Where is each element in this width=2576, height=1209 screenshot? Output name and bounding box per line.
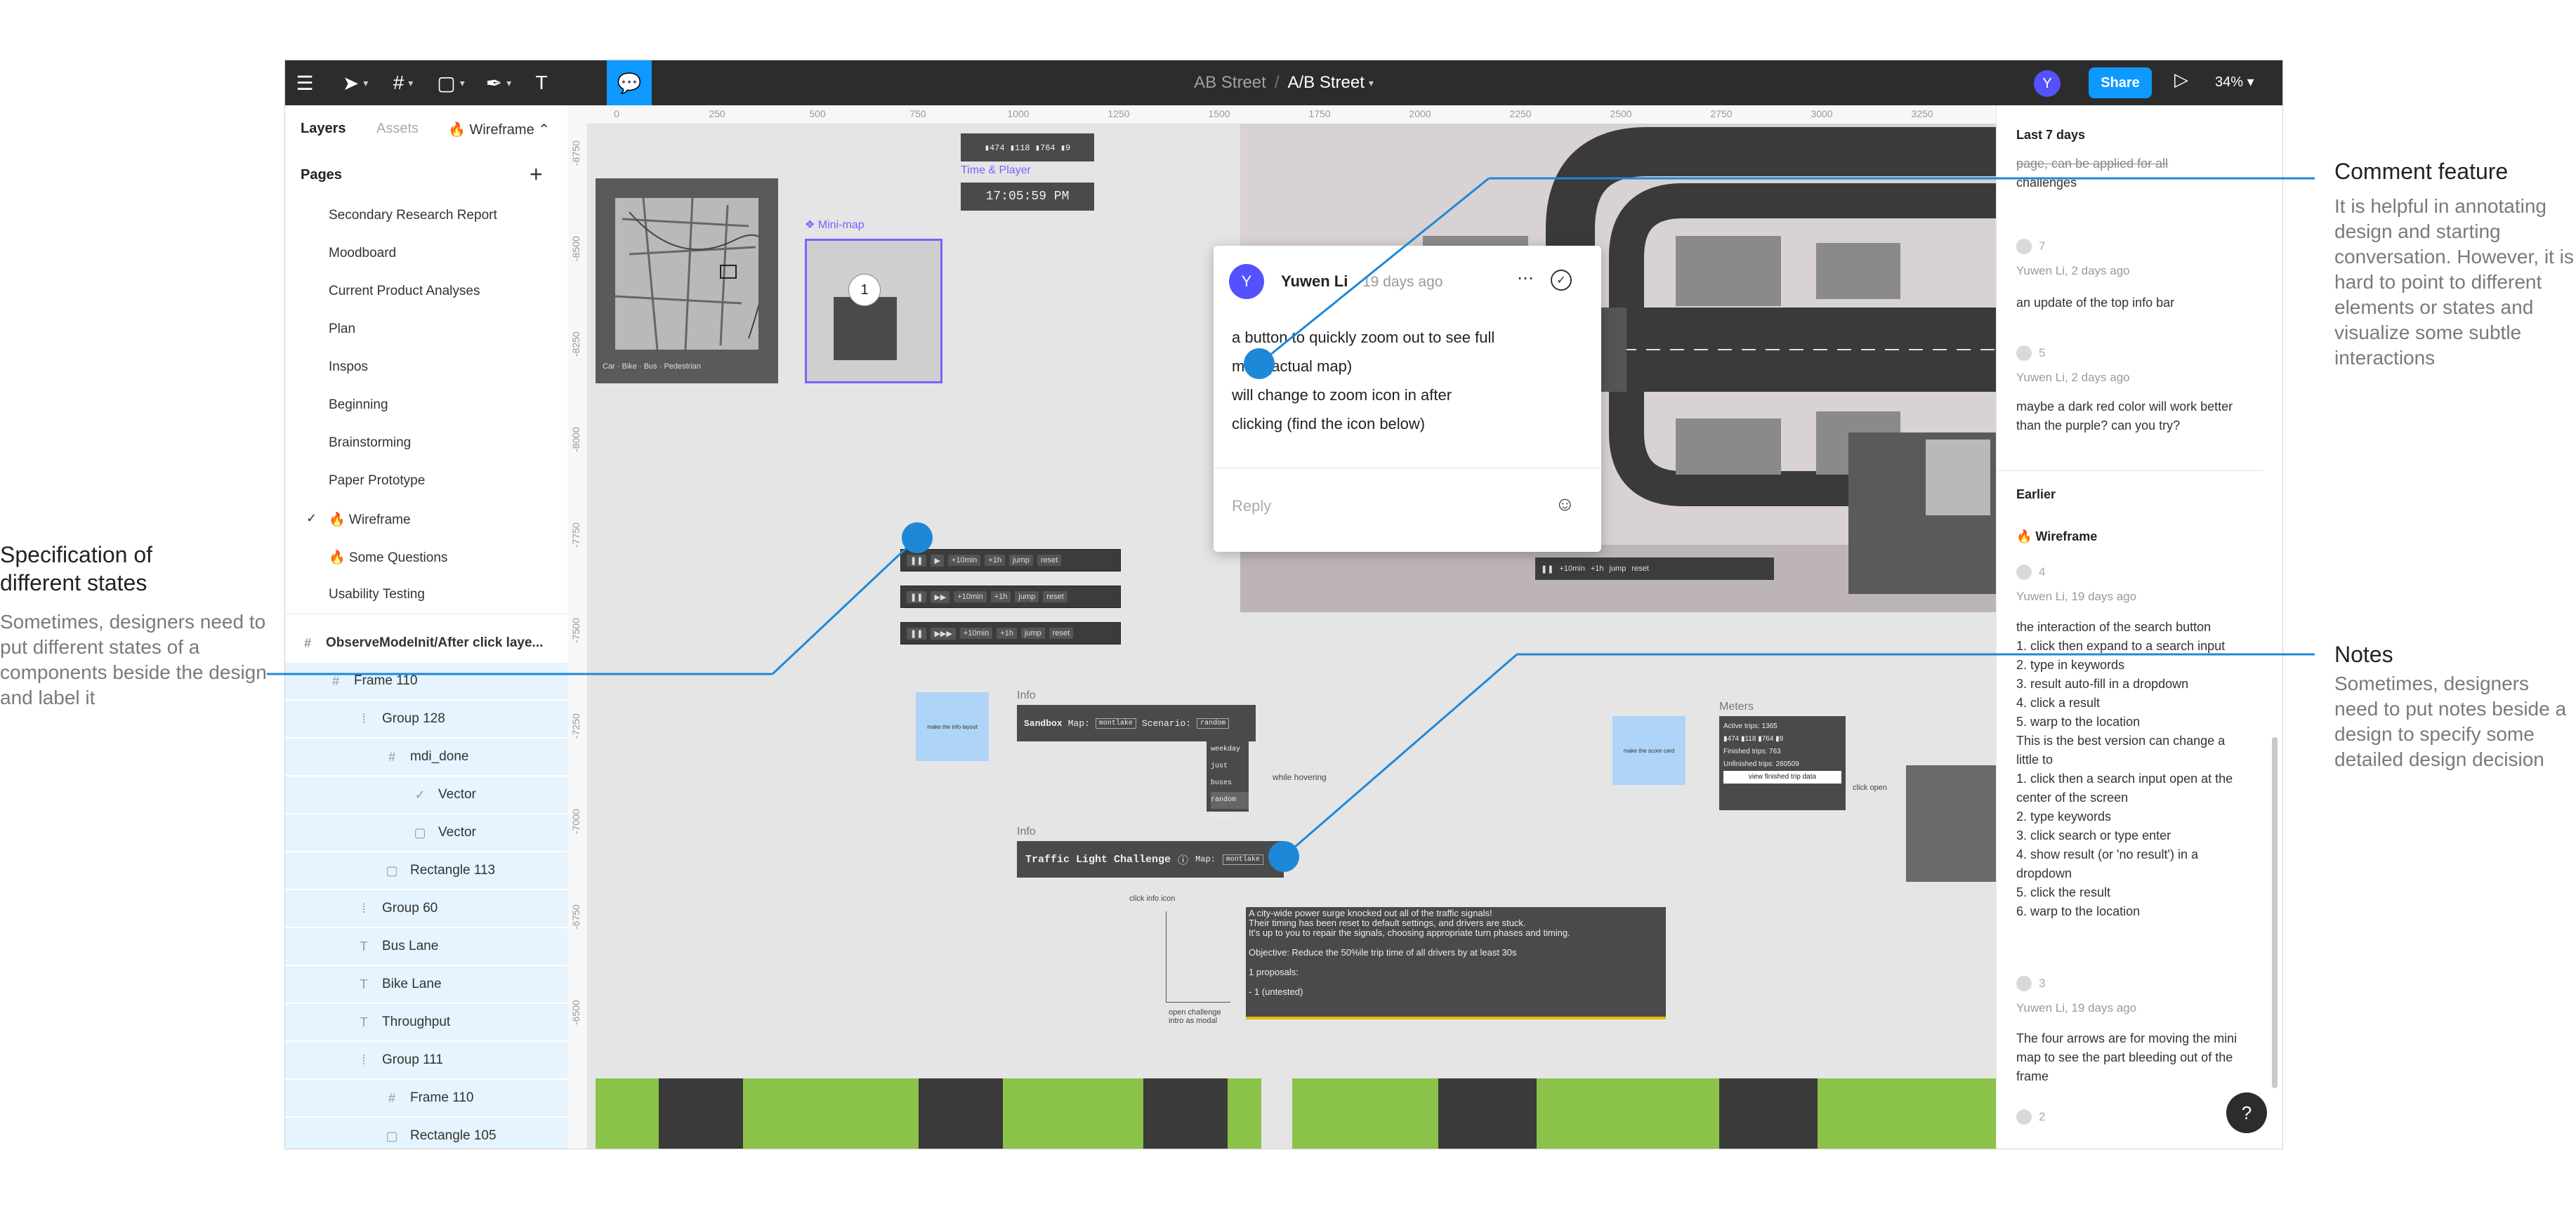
annotation-title-spec: Specification of different states [0, 541, 152, 597]
annotation-body-notes: Sometimes, designers need to put notes b… [2334, 673, 2567, 770]
annotation-body-spec: Sometimes, designers need to put differe… [0, 611, 267, 708]
annotation-title-line: Specification of [0, 542, 153, 567]
annotation-title-line: different states [0, 570, 147, 595]
annotation-body-comment: It is helpful in annotating design and s… [2334, 195, 2574, 369]
annotation-title-notes: Notes [2334, 642, 2393, 667]
annotation-lines [267, 177, 2315, 872]
annotation-title-comment: Comment feature [2334, 159, 2509, 184]
